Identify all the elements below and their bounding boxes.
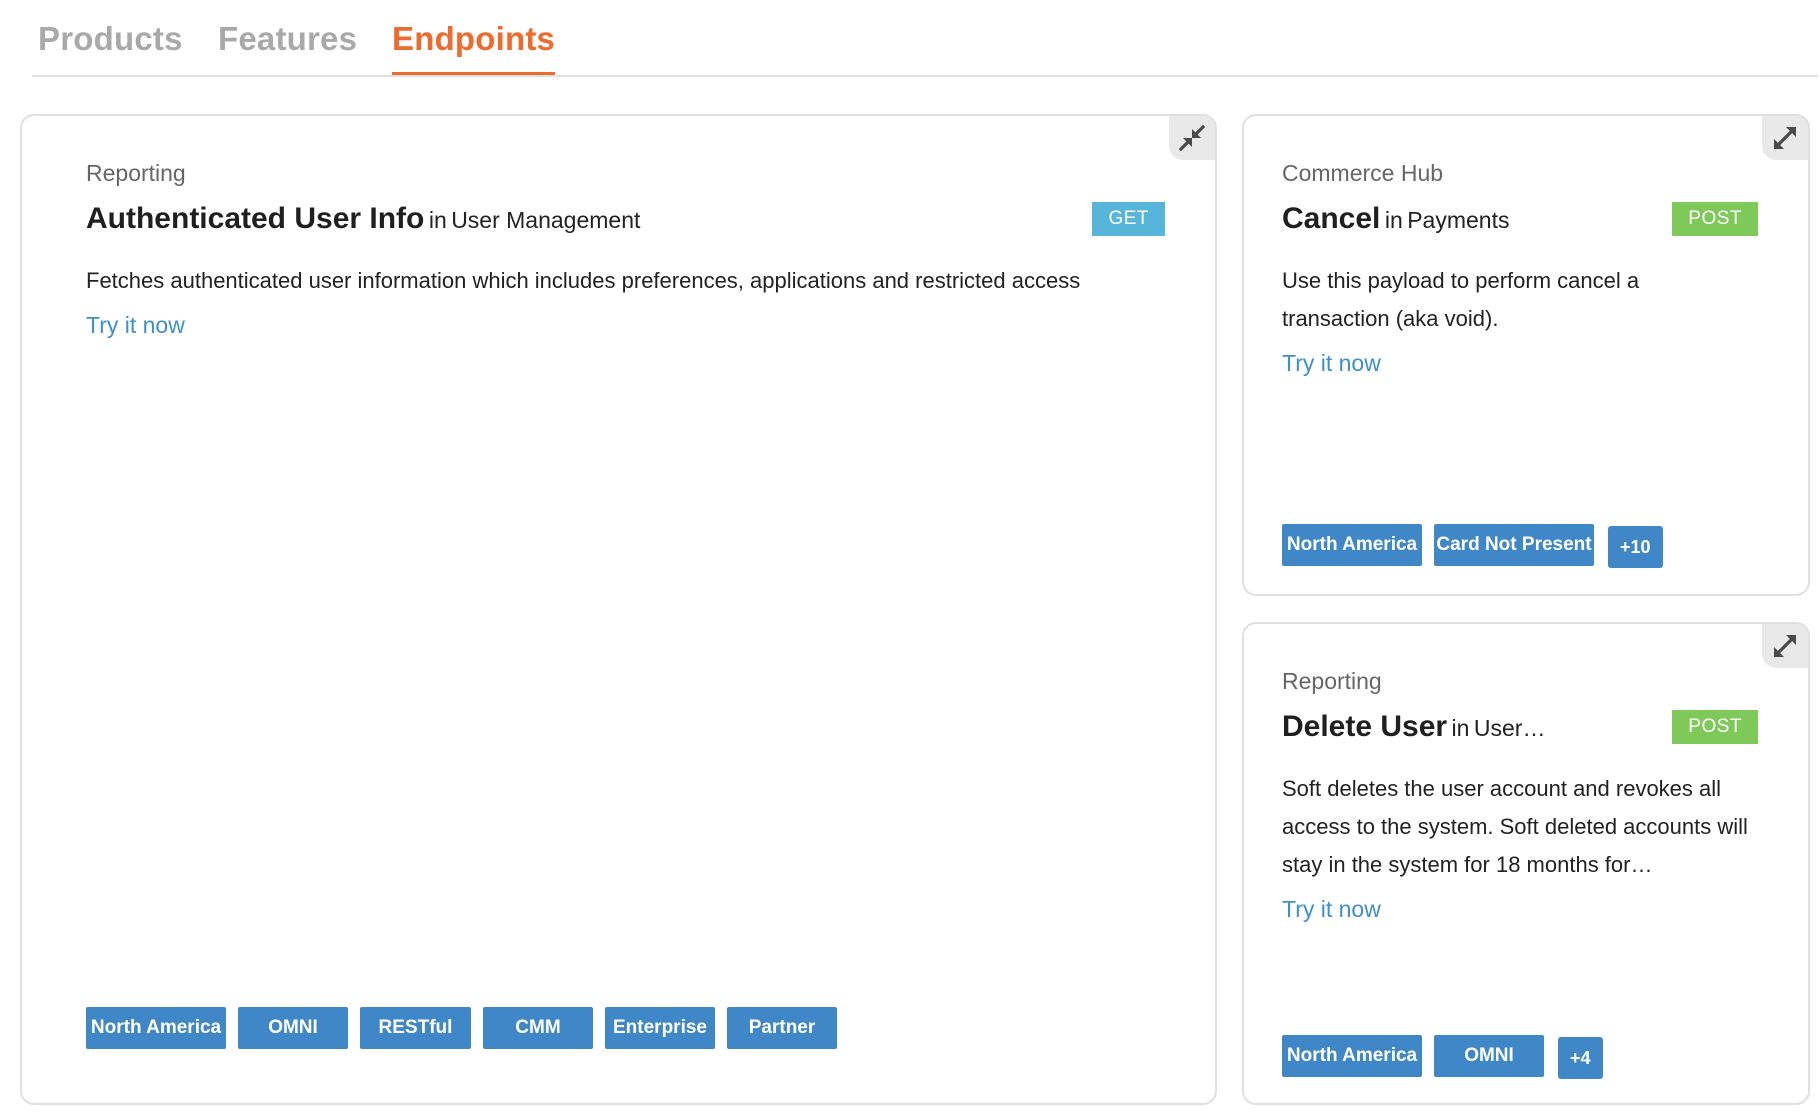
tab-products[interactable]: Products <box>38 20 183 58</box>
endpoint-description: Soft deletes the user account and revoke… <box>1282 775 1748 877</box>
tab-endpoints[interactable]: Endpoints <box>392 20 556 75</box>
card-body: Reporting Delete User in User… POST Soft… <box>1282 668 1780 1103</box>
tag-partner[interactable]: Partner <box>727 1007 837 1049</box>
try-it-now-link[interactable]: Try it now <box>1282 896 1381 923</box>
tab-bar: Products Features Endpoints <box>32 0 1818 77</box>
in-label: in <box>428 206 447 233</box>
method-badge: POST <box>1672 709 1758 744</box>
endpoint-description: Use this payload to perform cancel a tra… <box>1282 267 1640 331</box>
endpoint-description: Fetches authenticated user information w… <box>86 267 1081 293</box>
tag-north-america[interactable]: North America <box>1282 1035 1422 1077</box>
method-badge: GET <box>1092 201 1165 236</box>
endpoint-title: Delete User <box>1282 709 1448 743</box>
card-body: Commerce Hub Cancel in Payments POST Use… <box>1282 160 1780 594</box>
endpoint-title: Cancel <box>1282 201 1381 235</box>
tag-restful[interactable]: RESTful <box>360 1007 471 1049</box>
expand-button[interactable] <box>1762 624 1808 668</box>
method-badge: POST <box>1672 201 1758 236</box>
endpoint-card-cancel: Commerce Hub Cancel in Payments POST Use… <box>1242 114 1810 596</box>
tag-list: North America Card Not Present +10 <box>1282 524 1663 568</box>
try-it-now-link[interactable]: Try it now <box>1282 350 1381 377</box>
endpoint-group: Payments <box>1407 206 1510 233</box>
card-category: Reporting <box>1282 668 1382 694</box>
more-tags-badge[interactable]: +4 <box>1558 1037 1603 1079</box>
expand-icon <box>1774 127 1796 149</box>
endpoint-group: User… <box>1473 714 1546 741</box>
expand-button[interactable] <box>1762 116 1808 160</box>
more-tags-badge[interactable]: +10 <box>1608 526 1663 568</box>
tag-enterprise[interactable]: Enterprise <box>605 1007 715 1049</box>
card-category: Reporting <box>86 160 186 186</box>
tag-north-america[interactable]: North America <box>1282 524 1422 566</box>
in-label: in <box>1451 714 1470 741</box>
tag-omni[interactable]: OMNI <box>238 1007 348 1049</box>
in-label: in <box>1384 206 1403 233</box>
card-title-row: Authenticated User Info in User Manageme… <box>86 201 1187 242</box>
try-it-now-link[interactable]: Try it now <box>86 312 185 339</box>
collapse-icon <box>1178 124 1206 152</box>
tag-cmm[interactable]: CMM <box>483 1007 593 1049</box>
endpoint-group: User Management <box>451 206 641 233</box>
card-title-row: Cancel in Payments POST <box>1282 201 1780 242</box>
endpoint-card-delete-user: Reporting Delete User in User… POST Soft… <box>1242 622 1810 1105</box>
expand-icon <box>1774 635 1796 657</box>
endpoint-title: Authenticated User Info <box>86 201 425 235</box>
card-body: Reporting Authenticated User Info in Use… <box>86 160 1187 1103</box>
tag-card-not-present[interactable]: Card Not Present <box>1434 524 1594 566</box>
card-category: Commerce Hub <box>1282 160 1444 186</box>
tag-list: North America OMNI +4 <box>1282 1035 1603 1079</box>
tab-features[interactable]: Features <box>218 20 357 58</box>
card-title-row: Delete User in User… POST <box>1282 709 1780 750</box>
tag-north-america[interactable]: North America <box>86 1007 226 1049</box>
tag-omni[interactable]: OMNI <box>1434 1035 1544 1077</box>
tag-list: North America OMNI RESTful CMM Enterpris… <box>86 1007 837 1049</box>
endpoint-card-authenticated-user-info: Reporting Authenticated User Info in Use… <box>20 114 1217 1105</box>
collapse-button[interactable] <box>1169 116 1215 160</box>
